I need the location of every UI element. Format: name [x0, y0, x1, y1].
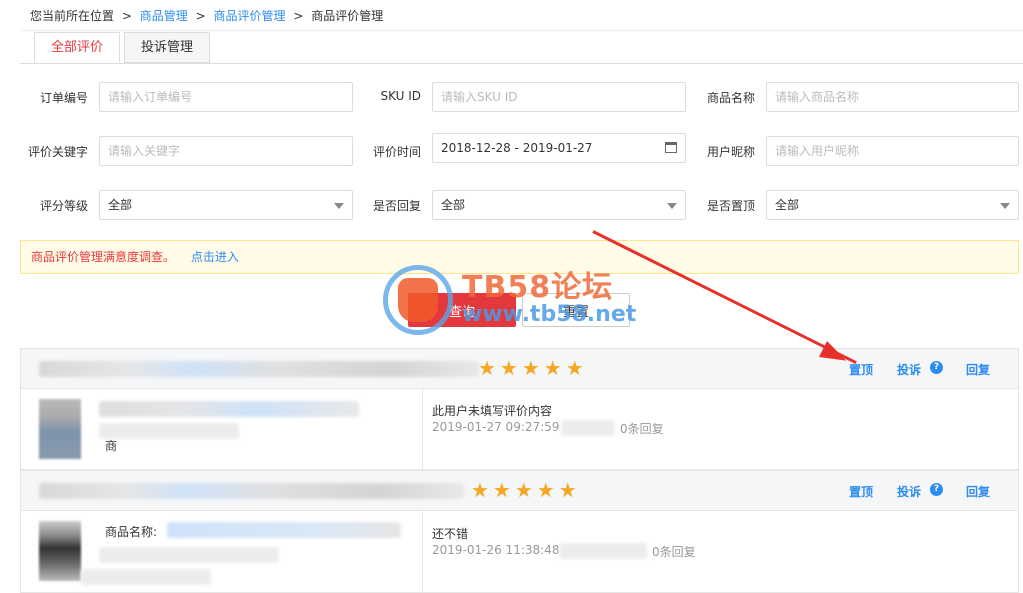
product-thumbnail [39, 521, 81, 581]
review-time-label: 评价时间 [372, 145, 421, 159]
nickname-field[interactable] [766, 136, 1019, 166]
rating-label: 评分等级 [39, 199, 88, 213]
tab-all-reviews[interactable]: 全部评价 [34, 32, 121, 63]
watermark-title: TB58论坛 [462, 270, 614, 305]
product-label: 商 [105, 439, 118, 453]
chevron-down-icon [334, 203, 344, 209]
divider [422, 389, 423, 469]
blurred-product-title [167, 522, 401, 538]
reply-button[interactable]: 回复 [966, 483, 990, 500]
breadcrumb-prefix: 您当前所在位置 [30, 9, 115, 23]
order-no-input[interactable] [108, 84, 344, 110]
tab-bar: 全部评价 投诉管理 [34, 32, 214, 63]
complain-button[interactable]: 投诉 [897, 483, 921, 500]
pin-button[interactable]: 置顶 [849, 483, 873, 500]
sku-id-field[interactable] [432, 82, 686, 112]
review-card: ★★★★★ 置顶 投诉 ? 回复 商 此用户未填写评价内容 2019-01-27… [20, 348, 1019, 470]
review-time-value: 2018-12-28 - 2019-01-27 [441, 141, 593, 155]
divider [20, 63, 1023, 64]
product-name-input[interactable] [775, 84, 1010, 110]
divider [20, 30, 1023, 31]
help-icon[interactable]: ? [930, 361, 943, 374]
rating-stars: ★★★★★ [471, 478, 581, 502]
breadcrumb-link-product[interactable]: 商品管理 [140, 9, 188, 23]
help-icon[interactable]: ? [930, 483, 943, 496]
complain-button[interactable]: 投诉 [897, 361, 921, 378]
breadcrumb-separator: > [195, 9, 206, 23]
review-body: 商 此用户未填写评价内容 2019-01-27 09:27:59 0条回复 [21, 389, 1018, 469]
blurred-product-title [99, 401, 359, 417]
blurred-username [559, 543, 647, 559]
breadcrumb-current: 商品评价管理 [311, 9, 384, 23]
notice-text: 商品评价管理满意度调查。 [31, 250, 176, 264]
rating-value: 全部 [108, 198, 133, 212]
rating-stars: ★★★★★ [478, 356, 588, 380]
notice-link[interactable]: 点击进入 [191, 250, 239, 264]
review-content: 还不错 [432, 527, 469, 541]
blurred-product-detail [99, 423, 239, 439]
watermark-hand-icon [398, 278, 438, 322]
nickname-label: 用户昵称 [706, 145, 755, 159]
review-time: 2019-01-26 11:38:48 [432, 543, 560, 557]
keyword-input[interactable] [108, 138, 344, 164]
chevron-down-icon [667, 203, 677, 209]
review-time-picker[interactable]: 2018-12-28 - 2019-01-27 [432, 133, 686, 163]
tab-complaints[interactable]: 投诉管理 [124, 32, 211, 63]
keyword-field[interactable] [99, 136, 353, 166]
breadcrumb-separator: > [293, 9, 304, 23]
product-name-label: 商品名称 [706, 91, 755, 105]
blurred-product-detail [81, 569, 211, 585]
blurred-order-info [39, 483, 464, 499]
nickname-input[interactable] [775, 138, 1010, 164]
review-header: ★★★★★ 置顶 投诉 ? 回复 [21, 349, 1018, 389]
chevron-down-icon [1000, 203, 1010, 209]
pinned-label: 是否置顶 [706, 199, 755, 213]
watermark-url: www.tb58.net [462, 302, 637, 327]
keyword-label: 评价关键字 [27, 145, 88, 159]
order-no-field[interactable] [99, 82, 353, 112]
replied-label: 是否回复 [372, 199, 421, 213]
reply-count: 0条回复 [652, 545, 696, 559]
blurred-username [561, 420, 615, 436]
product-name-label: 商品名称: [105, 525, 158, 539]
review-card: ★★★★★ 置顶 投诉 ? 回复 商品名称: 还不错 2019-01-26 11… [20, 470, 1019, 593]
blurred-order-info [39, 361, 479, 377]
review-header: ★★★★★ 置顶 投诉 ? 回复 [21, 471, 1018, 511]
divider [422, 511, 423, 592]
pin-button[interactable]: 置顶 [849, 361, 873, 378]
breadcrumb-separator: > [121, 9, 132, 23]
breadcrumb-link-review[interactable]: 商品评价管理 [213, 9, 285, 23]
product-thumbnail [39, 399, 81, 459]
blurred-product-detail [99, 547, 279, 563]
replied-value: 全部 [441, 198, 466, 212]
calendar-icon[interactable] [665, 142, 677, 153]
review-body: 商品名称: 还不错 2019-01-26 11:38:48 0条回复 [21, 511, 1018, 592]
sku-id-input[interactable] [441, 84, 677, 110]
replied-select[interactable]: 全部 [432, 190, 686, 220]
reply-button[interactable]: 回复 [966, 361, 990, 378]
sku-id-label: SKU ID [380, 89, 421, 103]
review-content: 此用户未填写评价内容 [432, 404, 553, 418]
review-time: 2019-01-27 09:27:59 [432, 420, 560, 434]
pinned-select[interactable]: 全部 [766, 190, 1019, 220]
pinned-value: 全部 [775, 198, 800, 212]
rating-select[interactable]: 全部 [99, 190, 353, 220]
breadcrumb: 您当前所在位置 > 商品管理 > 商品评价管理 > 商品评价管理 [30, 7, 383, 24]
reply-count: 0条回复 [620, 422, 664, 436]
product-name-field[interactable] [766, 82, 1019, 112]
order-no-label: 订单编号 [39, 91, 88, 105]
